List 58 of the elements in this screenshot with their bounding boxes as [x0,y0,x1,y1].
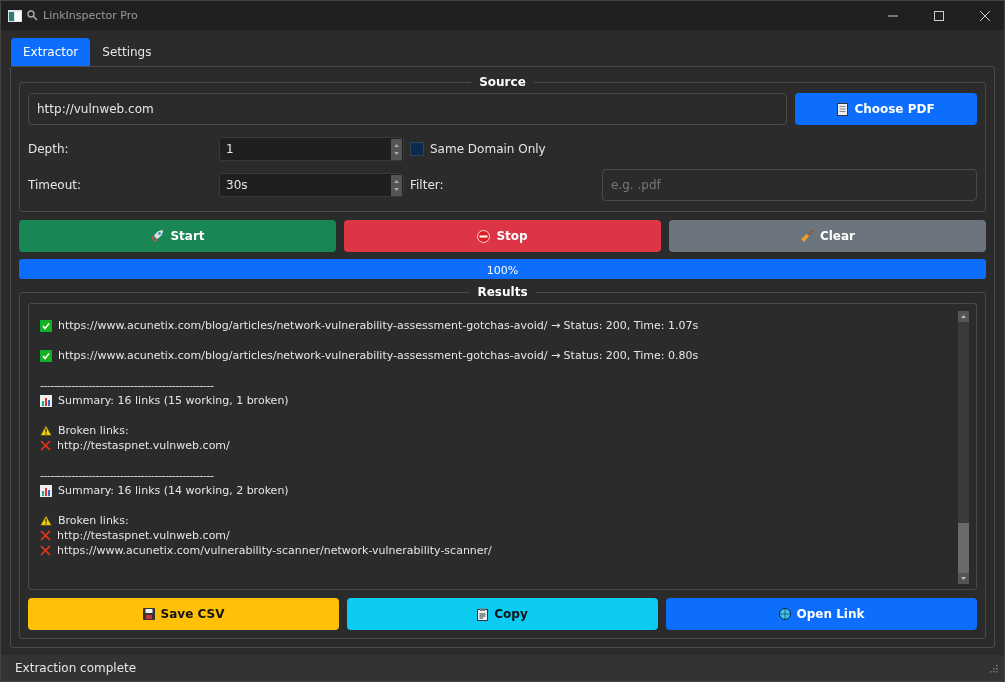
rocket-icon [150,229,165,243]
maximize-icon[interactable] [934,10,944,21]
log-line: Broken links: [58,424,129,437]
magnifier-icon [27,10,38,21]
broom-icon [799,229,814,243]
field-label: Depth: [28,142,70,156]
depth-spinbox[interactable]: 1 [219,137,404,161]
scroll-up-icon[interactable] [958,311,969,322]
scrollbar-thumb[interactable] [958,523,969,573]
close-icon[interactable] [980,10,990,21]
open-link-button[interactable]: Open Link [666,598,977,630]
bar-chart-icon [40,394,52,407]
progress-text: 100% [485,263,520,279]
warning-icon [40,515,52,526]
field-label: Timeout: [28,178,83,192]
tab[interactable]: Settings [90,38,164,66]
cross-icon [40,545,51,556]
spin-arrows-icon[interactable] [391,174,402,196]
url-field[interactable]: http://vulnweb.com [28,93,787,125]
resize-grip-icon[interactable] [988,663,998,673]
cross-icon [40,440,51,451]
save-csv-button[interactable]: Save CSV [28,598,339,630]
divider-text: -------------------------------------------------- [40,469,214,482]
divider-text: -------------------------------------------------- [40,379,214,392]
check-icon [40,349,52,362]
log-line: http://testaspnet.vulnweb.com/ [57,529,230,542]
app-icon [8,9,22,22]
tab[interactable]: Extractor [11,38,91,66]
log-line: Summary: 16 links (14 working, 2 broken) [58,484,289,497]
start-button[interactable]: Start [19,220,336,252]
clear-button[interactable]: Clear [669,220,986,252]
log-line: http://testaspnet.vulnweb.com/ [57,439,230,452]
bar-chart-icon [40,484,52,497]
group-title: Source [478,75,527,89]
group-title: Results [476,285,529,299]
log-line: Summary: 16 links (15 working, 1 broken) [58,394,289,407]
filter-field[interactable]: e.g. .pdf [602,169,977,201]
log-line: https://www.acunetix.com/blog/articles/network-vulnerability-assessment-gotchas-avoid/ → Status: 200, Time: 1.07s [58,319,699,332]
choose-pdf-button[interactable]: Choose PDF [795,93,977,125]
log-line: https://www.acunetix.com/vulnerability-scanner/network-vulnerability-scanner/ [57,544,492,557]
log-line: https://www.acunetix.com/blog/articles/network-vulnerability-assessment-gotchas-avoid/ → Status: 200, Time: 0.80s [58,349,699,362]
spin-arrows-icon[interactable] [391,138,402,160]
status-text: Extraction complete [15,661,137,675]
cross-icon [40,530,51,541]
warning-icon [40,425,52,436]
log-line: Broken links: [58,514,129,527]
scroll-down-icon[interactable] [958,573,969,584]
timeout-spinbox[interactable]: 30s [219,173,404,197]
no-entry-icon [477,229,491,243]
document-icon [837,102,849,116]
checkbox[interactable] [410,142,424,156]
stop-button[interactable]: Stop [344,220,661,252]
globe-icon [778,608,791,620]
check-icon [40,319,52,332]
window-title: LinkInspector Pro [43,9,138,22]
field-label: Filter: [410,178,445,192]
clipboard-icon [477,607,489,621]
copy-button[interactable]: Copy [347,598,658,630]
